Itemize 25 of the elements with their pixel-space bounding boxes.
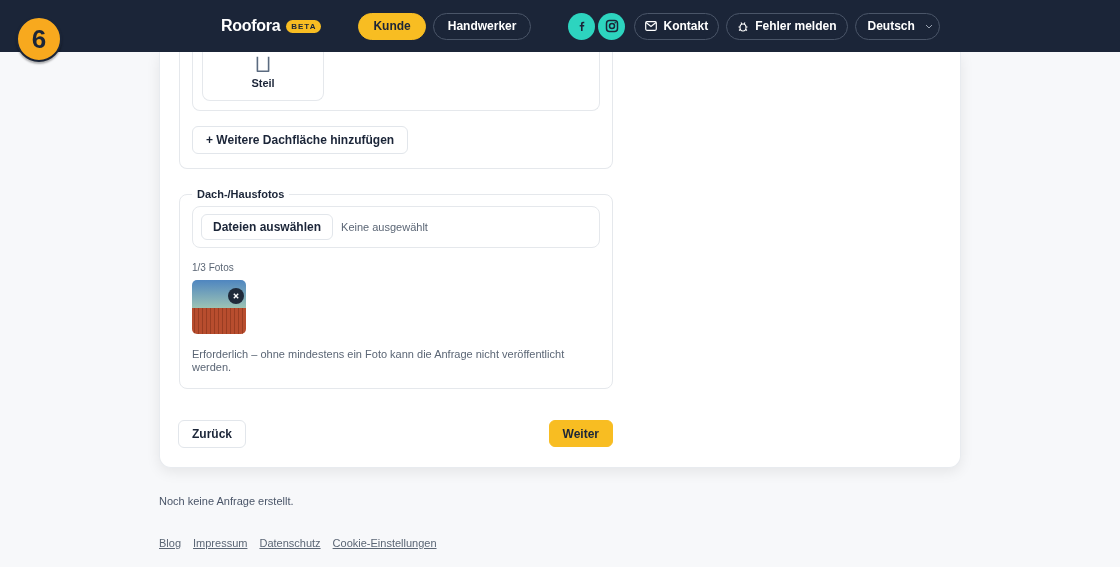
back-button[interactable]: Zurück <box>178 420 246 448</box>
chevron-down-icon <box>924 23 933 29</box>
facebook-button[interactable] <box>568 12 596 40</box>
footer-link[interactable]: Datenschutz <box>259 537 321 549</box>
status-text: Noch keine Anfrage erstellt. <box>159 495 295 507</box>
add-roof-area-button[interactable]: + Weitere Dachfläche hinzufügen <box>192 126 409 154</box>
choose-files-button[interactable]: Dateien auswählen <box>201 214 334 240</box>
bug-icon <box>737 20 750 32</box>
file-status-text: Keine ausgewählt <box>341 221 428 233</box>
footer-link[interactable]: Impressum <box>193 537 248 549</box>
photo-count: 1/3 Fotos <box>192 262 235 273</box>
roof-type-tile[interactable]: Steil <box>202 52 324 101</box>
beta-badge: BETA <box>286 19 322 33</box>
photo-requirement-note: Erforderlich – ohne mindestens ein Foto kann die Anfrage nicht veröffentlicht werden. <box>192 348 566 374</box>
mail-icon <box>645 21 658 31</box>
role-tab[interactable]: Kunde <box>358 12 426 40</box>
brand-name: Roofora <box>221 17 281 35</box>
file-input-field[interactable]: Dateien auswählen Keine ausgewählt <box>192 206 600 248</box>
instagram-icon <box>604 19 619 33</box>
footer-link[interactable]: Blog <box>159 537 182 549</box>
close-icon <box>233 293 239 299</box>
next-button[interactable]: Weiter <box>548 420 613 447</box>
photos-legend: Dach-/Hausfotos <box>192 188 290 200</box>
instagram-button[interactable] <box>598 12 626 40</box>
footer-link[interactable]: Cookie-Einstellungen <box>332 537 437 549</box>
